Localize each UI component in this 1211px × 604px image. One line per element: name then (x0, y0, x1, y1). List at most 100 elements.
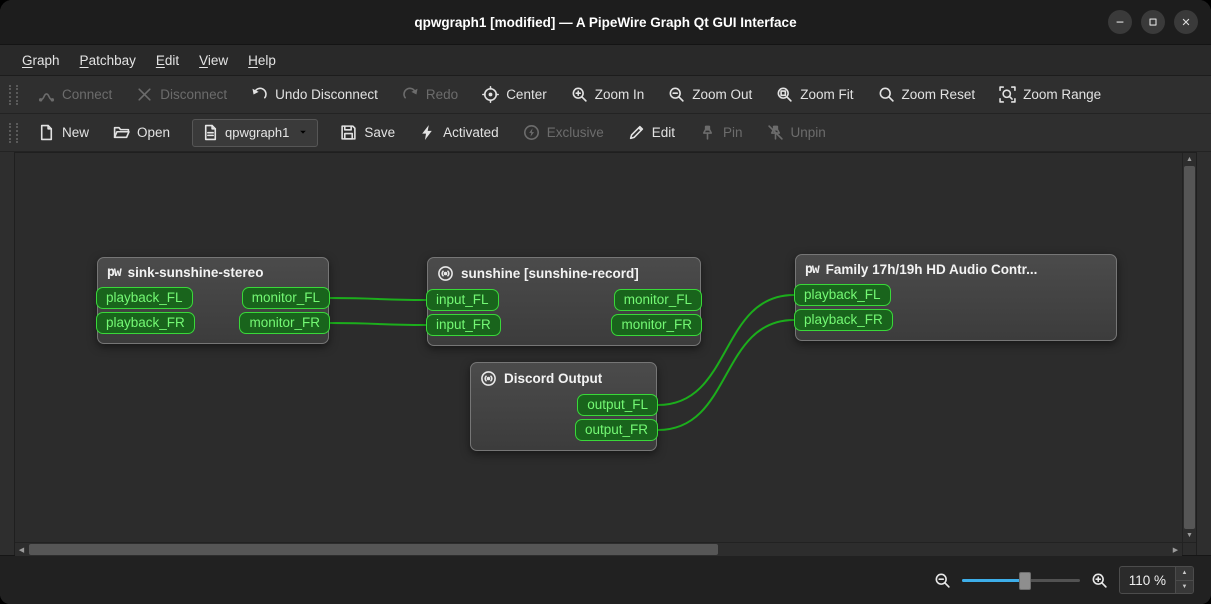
unpin-button[interactable]: Unpin (756, 118, 837, 147)
node-header: pw sink-sunshine-stereo (98, 258, 328, 287)
port-playback_FL[interactable]: playback_FL (96, 287, 193, 309)
zoom-range-button[interactable]: Zoom Range (988, 80, 1112, 109)
menu-label: Graph (22, 52, 60, 68)
zoom-in-button[interactable]: Zoom In (560, 80, 656, 109)
connect-label: Connect (62, 87, 113, 102)
port-monitor_FR[interactable]: monitor_FR (611, 314, 702, 336)
edit-label: Edit (651, 125, 675, 140)
port-monitor_FL[interactable]: monitor_FL (613, 289, 702, 311)
connections-layer (329, 294, 795, 431)
zoom-reset-button[interactable]: Zoom Reset (867, 80, 987, 109)
menu-view[interactable]: View (189, 45, 238, 75)
toolbar-graph: Connect Disconnect Undo Disconnect Redo Cent… (0, 76, 1211, 114)
exclusive-icon (523, 124, 540, 141)
redo-icon (402, 86, 419, 103)
close-button[interactable] (1174, 10, 1198, 34)
save-label: Save (364, 125, 396, 140)
center-icon (482, 86, 500, 103)
connection-wire[interactable] (329, 297, 427, 301)
pin-button[interactable]: Pin (688, 118, 754, 147)
edit-button[interactable]: Edit (617, 118, 686, 147)
toolbar-handle[interactable] (9, 122, 18, 143)
zoom-fit-button[interactable]: Zoom Fit (765, 80, 864, 109)
menu-graph[interactable]: Graph (12, 45, 70, 75)
zoom-value: 110 % (1128, 572, 1166, 588)
port-input_FL[interactable]: input_FL (426, 289, 499, 311)
node-ports: input_FL input_FR monitor_FL monitor_FR (426, 289, 702, 336)
disconnect-label: Disconnect (160, 87, 228, 102)
zoom-slider[interactable] (961, 571, 1080, 590)
zoom-reset-icon (878, 86, 895, 103)
save-button[interactable]: Save (329, 118, 406, 147)
minimize-icon (1114, 16, 1126, 28)
horizontal-scrollbar[interactable]: ◀ ▶ (15, 542, 1182, 556)
node-sink[interactable]: pw sink-sunshine-stereo playback_FL playbac… (96, 257, 330, 344)
port-output_FL[interactable]: output_FL (577, 394, 658, 416)
zoom-slider-fill (961, 579, 1025, 582)
zoom-spin-up-button[interactable]: ▲ (1176, 567, 1193, 580)
disconnect-button[interactable]: Disconnect (125, 80, 238, 109)
node-title: sunshine [sunshine-record] (461, 266, 639, 281)
chevron-down-icon (298, 127, 308, 139)
node-sunshine[interactable]: sunshine [sunshine-record] input_FL input_… (426, 257, 702, 346)
node-family[interactable]: pw Family 17h/19h HD Audio Contr... playba… (794, 254, 1117, 341)
zoom-spin-down-button[interactable]: ▼ (1176, 579, 1193, 593)
menu-edit[interactable]: Edit (146, 45, 189, 75)
activated-icon (419, 124, 436, 141)
scroll-left-arrow-icon[interactable]: ◀ (15, 543, 28, 556)
zoom-slider-handle[interactable] (1019, 572, 1032, 590)
port-monitor_FR[interactable]: monitor_FR (239, 312, 330, 334)
zoom-range-icon (999, 86, 1016, 103)
unpin-label: Unpin (790, 125, 826, 140)
scrollbar-corner (1182, 542, 1196, 556)
horizontal-scrollbar-thumb[interactable] (29, 544, 718, 555)
titlebar[interactable]: qpwgraph1 [modified] — A PipeWire Graph … (0, 0, 1211, 45)
port-monitor_FL[interactable]: monitor_FL (241, 287, 330, 309)
port-playback_FR[interactable]: playback_FR (794, 309, 893, 331)
connect-button[interactable]: Connect (27, 80, 123, 109)
patchbay-profile-combo[interactable]: qpwgraph1 (192, 118, 319, 147)
exclusive-label: Exclusive (546, 125, 604, 140)
zoom-out-button[interactable]: Zoom Out (657, 80, 763, 109)
undo-icon (251, 86, 268, 103)
activated-button[interactable]: Activated (408, 118, 510, 147)
close-icon (1180, 16, 1192, 28)
node-discord[interactable]: Discord Output output_FL output_FR (470, 362, 658, 451)
node-ports: playback_FL playback_FR monitor_FL monitor_… (96, 287, 330, 334)
port-output_FR[interactable]: output_FR (574, 419, 658, 441)
menu-patchbay[interactable]: Patchbay (70, 45, 146, 75)
scroll-down-arrow-icon[interactable]: ▼ (1183, 529, 1196, 542)
node-title: Family 17h/19h HD Audio Contr... (825, 262, 1038, 277)
menu-help[interactable]: Help (238, 45, 286, 75)
zoom-out-icon[interactable] (934, 572, 951, 589)
open-label: Open (137, 125, 171, 140)
vertical-scrollbar-thumb[interactable] (1184, 166, 1195, 529)
pipewire-icon: pw (107, 265, 122, 280)
center-button[interactable]: Center (471, 80, 558, 109)
maximize-button[interactable] (1141, 10, 1165, 34)
open-button[interactable]: Open (102, 118, 181, 147)
unpin-icon (767, 124, 784, 141)
new-button[interactable]: New (27, 118, 100, 147)
redo-button[interactable]: Redo (391, 80, 469, 109)
port-playback_FL[interactable]: playback_FL (794, 284, 891, 306)
minimize-button[interactable] (1108, 10, 1132, 34)
port-playback_FR[interactable]: playback_FR (96, 312, 195, 334)
node-header: Discord Output (471, 363, 656, 394)
scroll-up-arrow-icon[interactable]: ▲ (1183, 153, 1196, 166)
scroll-right-arrow-icon[interactable]: ▶ (1169, 543, 1182, 556)
undo-disconnect-button[interactable]: Undo Disconnect (240, 80, 389, 109)
undo-disconnect-label: Undo Disconnect (275, 87, 378, 102)
port-input_FR[interactable]: input_FR (426, 314, 501, 336)
connection-wire[interactable] (329, 322, 427, 326)
vertical-scrollbar[interactable]: ▲ ▼ (1182, 153, 1196, 542)
toolbar-handle[interactable] (9, 84, 18, 105)
toolbar-patchbay: New Open qpwgraph1 Save Activated Exclusive Ed… (0, 114, 1211, 152)
menu-label: View (199, 52, 229, 68)
zoom-in-icon[interactable] (1091, 572, 1108, 589)
save-icon (340, 124, 357, 141)
exclusive-button[interactable]: Exclusive (512, 118, 615, 147)
graph-canvas[interactable]: pw sink-sunshine-stereo playback_FL playbac… (15, 153, 1182, 542)
node-ports: playback_FL playback_FR (794, 284, 1116, 331)
zoom-spinbox[interactable]: 110 % ▲ ▼ (1118, 566, 1194, 594)
